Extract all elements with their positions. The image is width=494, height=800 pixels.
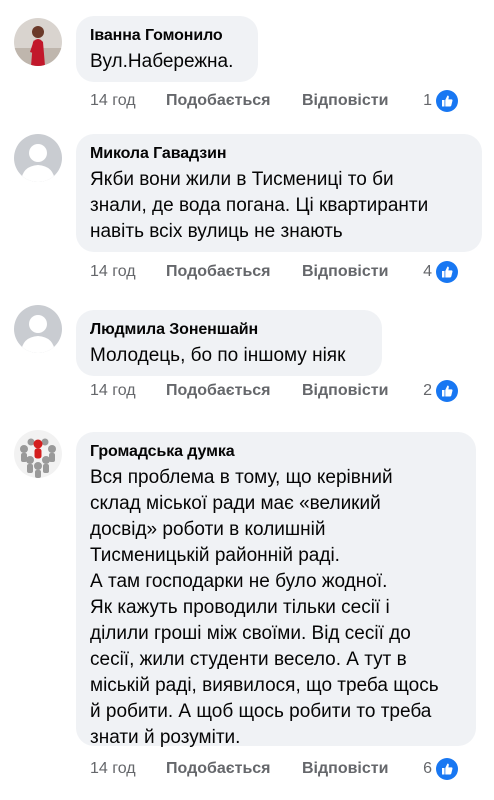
comment-author[interactable]: Громадська думка: [90, 442, 460, 462]
comment-text: Вул.Набережна.: [90, 51, 234, 72]
comment-text: Якби вони жили в Тисмениці то би знали, …: [90, 169, 429, 242]
reaction-summary[interactable]: 4: [398, 260, 458, 284]
comment-actions: 14 год Подобається Відповісти: [90, 757, 390, 781]
avatar[interactable]: [14, 305, 62, 353]
reaction-count: 1: [423, 92, 432, 109]
reaction-count: 4: [423, 263, 432, 280]
comment-text: Вся проблема в тому, що керівний склад м…: [90, 467, 439, 748]
comment-bubble: Іванна Гомонило Вул.Набережна.: [76, 16, 258, 82]
like-reaction-icon: [436, 261, 458, 283]
avatar[interactable]: [14, 134, 62, 182]
like-button[interactable]: Подобається: [166, 757, 271, 781]
reaction-count: 2: [423, 382, 432, 399]
like-reaction-icon: [436, 758, 458, 780]
like-button[interactable]: Подобається: [166, 260, 271, 284]
reply-button[interactable]: Відповісти: [302, 89, 388, 113]
like-reaction-icon: [436, 380, 458, 402]
default-avatar-icon: [14, 305, 62, 353]
avatar[interactable]: [14, 18, 62, 66]
comment-timestamp[interactable]: 14 год: [90, 89, 136, 113]
reply-button[interactable]: Відповісти: [302, 379, 388, 403]
comment-actions: 14 год Подобається Відповісти: [90, 379, 390, 403]
user-photo-icon: [14, 18, 62, 66]
comment-author[interactable]: Микола Гавадзин: [90, 144, 466, 164]
reaction-summary[interactable]: 6: [398, 757, 458, 781]
reaction-summary[interactable]: 2: [398, 379, 458, 403]
reaction-summary[interactable]: 1: [398, 89, 458, 113]
like-button[interactable]: Подобається: [166, 379, 271, 403]
comment-timestamp[interactable]: 14 год: [90, 260, 136, 284]
reply-button[interactable]: Відповісти: [302, 260, 388, 284]
comment-text: Молодець, бо по іншому ніяк: [90, 345, 346, 366]
reply-button[interactable]: Відповісти: [302, 757, 388, 781]
comment-author[interactable]: Іванна Гомонило: [90, 26, 242, 46]
comment-author[interactable]: Людмила Зоненшайн: [90, 320, 366, 340]
avatar[interactable]: [14, 430, 62, 478]
like-button[interactable]: Подобається: [166, 89, 271, 113]
reaction-count: 6: [423, 760, 432, 777]
comment-actions: 14 год Подобається Відповісти: [90, 260, 390, 284]
default-avatar-icon: [14, 134, 62, 182]
comment-timestamp[interactable]: 14 год: [90, 757, 136, 781]
group-figures-icon: [14, 430, 62, 478]
like-reaction-icon: [436, 90, 458, 112]
comment-bubble: Громадська думка Вся проблема в тому, що…: [76, 432, 476, 748]
comment-actions: 14 год Подобається Відповісти: [90, 89, 390, 113]
comment-timestamp[interactable]: 14 год: [90, 379, 136, 403]
comment-bubble: Людмила Зоненшайн Молодець, бо по іншому…: [76, 310, 382, 376]
comment-bubble: Микола Гавадзин Якби вони жили в Тисмени…: [76, 134, 482, 252]
